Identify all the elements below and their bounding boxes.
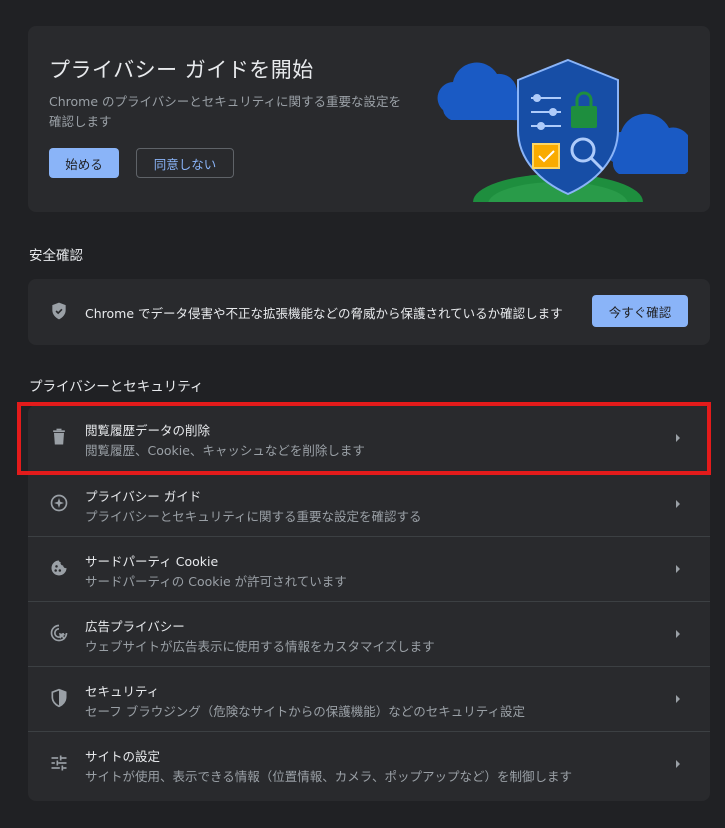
chevron-right-icon — [676, 500, 680, 508]
promo-description: Chrome のプライバシーとセキュリティに関する重要な設定を確認します — [49, 94, 402, 129]
trash-icon — [53, 428, 65, 445]
chevron-right-icon — [676, 695, 680, 703]
list-item-subtitle: サードパーティの Cookie が許可されています — [85, 574, 347, 589]
safety-check-text: Chrome でデータ侵害や不正な拡張機能などの脅威から保護されているか確認しま… — [85, 306, 563, 321]
chevron-right-icon — [676, 760, 680, 768]
list-item-privacy-guide[interactable]: プライバシー ガイド プライバシーとセキュリティに関する重要な設定を確認する — [28, 471, 710, 536]
divider — [28, 536, 710, 537]
list-item-title: セキュリティ — [85, 684, 160, 699]
list-item-title: サードパーティ Cookie — [85, 554, 219, 569]
tune-icon — [51, 755, 67, 771]
divider — [28, 666, 710, 667]
chevron-right-icon — [676, 565, 680, 573]
cookie-icon — [51, 560, 67, 576]
list-item-site-settings[interactable]: サイトの設定 サイトが使用、表示できる情報（位置情報、カメラ、ポップアップなど）… — [28, 731, 710, 796]
decline-button[interactable]: 同意しない — [136, 148, 234, 178]
list-item-subtitle: サイトが使用、表示できる情報（位置情報、カメラ、ポップアップなど）を制御します — [85, 769, 573, 784]
safety-check-heading: 安全確認 — [29, 248, 83, 264]
privacy-security-list: 閲覧履歴データの削除 閲覧履歴、Cookie、キャッシュなどを削除します プライ… — [28, 405, 710, 801]
list-item-title: サイトの設定 — [85, 749, 161, 764]
chevron-right-icon — [676, 434, 680, 442]
divider — [28, 731, 710, 732]
shield-check-icon — [52, 302, 66, 320]
list-item-title: 広告プライバシー — [85, 619, 185, 634]
ad-privacy-icon — [50, 624, 68, 642]
list-item-subtitle: 閲覧履歴、Cookie、キャッシュなどを削除します — [85, 443, 365, 458]
divider — [28, 471, 710, 472]
privacy-guide-illustration — [437, 58, 688, 202]
safety-check-card: Chrome でデータ侵害や不正な拡張機能などの脅威から保護されているか確認しま… — [28, 279, 710, 345]
list-item-title: プライバシー ガイド — [85, 489, 202, 504]
list-item-third-party-cookies[interactable]: サードパーティ Cookie サードパーティの Cookie が許可されています — [28, 536, 710, 601]
list-item-ad-privacy[interactable]: 広告プライバシー ウェブサイトが広告表示に使用する情報をカスタマイズします — [28, 601, 710, 666]
privacy-guide-promo-card: プライバシー ガイドを開始 Chrome のプライバシーとセキュリティに関する重… — [28, 26, 710, 212]
security-shield-icon — [51, 688, 67, 708]
list-item-subtitle: ウェブサイトが広告表示に使用する情報をカスタマイズします — [85, 639, 435, 654]
compass-icon — [50, 494, 68, 512]
list-item-clear-browsing-data[interactable]: 閲覧履歴データの削除 閲覧履歴、Cookie、キャッシュなどを削除します — [28, 405, 710, 470]
chevron-right-icon — [676, 630, 680, 638]
list-item-subtitle: セーフ ブラウジング（危険なサイトからの保護機能）などのセキュリティ設定 — [85, 704, 525, 719]
promo-title: プライバシー ガイドを開始 — [49, 58, 314, 82]
start-button[interactable]: 始める — [49, 148, 119, 178]
check-now-button[interactable]: 今すぐ確認 — [592, 295, 688, 327]
divider — [28, 601, 710, 602]
list-item-title: 閲覧履歴データの削除 — [85, 423, 211, 438]
list-item-security[interactable]: セキュリティ セーフ ブラウジング（危険なサイトからの保護機能）などのセキュリテ… — [28, 666, 710, 731]
list-item-subtitle: プライバシーとセキュリティに関する重要な設定を確認する — [85, 509, 422, 524]
privacy-security-heading: プライバシーとセキュリティ — [29, 379, 204, 395]
